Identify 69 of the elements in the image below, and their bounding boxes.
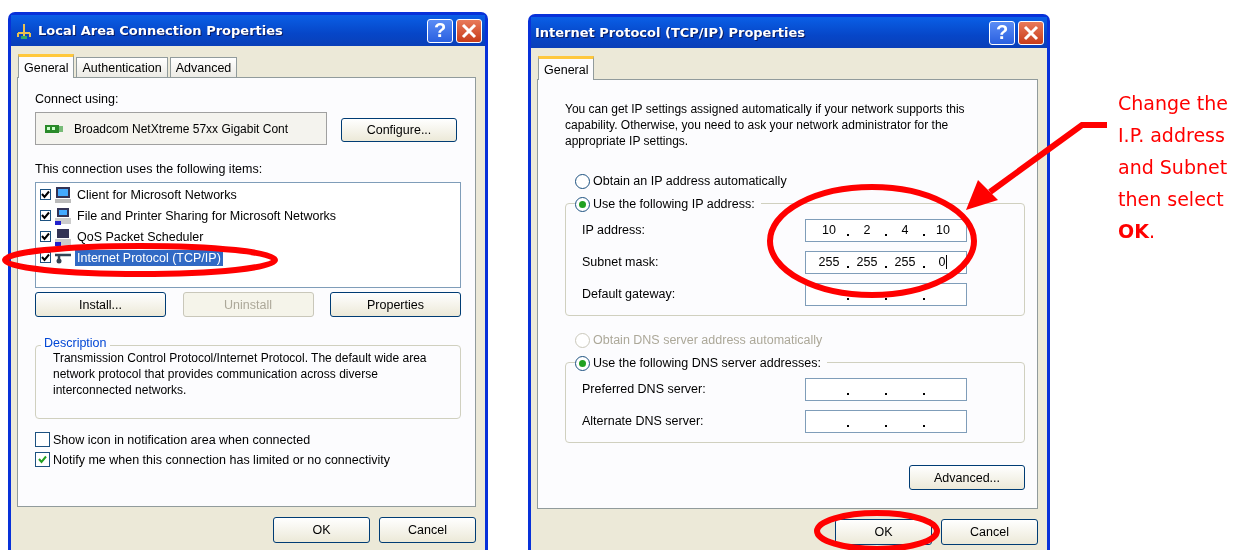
ip-address-field[interactable] <box>805 377 967 401</box>
action-button[interactable]: Install... <box>35 292 166 317</box>
annotation-text: OK. <box>1118 219 1156 244</box>
ip-address-field[interactable]: 255 255 255 0 <box>805 250 967 274</box>
checkbox-label: Show icon in notification area when connected <box>53 432 311 447</box>
field-label: IP address: <box>582 223 645 237</box>
annotation-text: I.P. address <box>1118 123 1226 148</box>
checkbox-label: Notify me when this connection has limited or no connectivity <box>53 452 390 467</box>
field-label: Default gateway: <box>582 287 676 301</box>
list-item[interactable]: Internet Protocol (TCP/IP) <box>75 249 223 266</box>
checkbox[interactable] <box>40 252 51 263</box>
ip-address-field[interactable] <box>805 409 967 433</box>
computer-icon <box>54 227 72 246</box>
field-label: Subnet mask: <box>582 255 659 269</box>
octet-value: 255 <box>818 255 840 269</box>
network-icon <box>15 22 33 39</box>
tab[interactable]: General <box>18 54 75 78</box>
annotation-text: Change the <box>1118 91 1228 116</box>
octet-value: 255 <box>894 255 916 269</box>
section-label: This connection uses the following items: <box>35 162 264 176</box>
configure-button[interactable]: Configure... <box>341 117 457 142</box>
annotation-text: then select <box>1118 187 1225 212</box>
octet-value: 10 <box>822 223 836 237</box>
computer-icon <box>54 185 72 204</box>
group-title: Description <box>41 336 110 350</box>
description-text: Transmission Control Protocol/Internet Protocol. The default wide area network protocol that provides communication across diverse interconnected networks. <box>53 350 428 398</box>
list-item[interactable]: Client for Microsoft Networks <box>75 186 239 203</box>
field-label: Alternate DNS server: <box>582 414 704 428</box>
field-label: Preferred DNS server: <box>582 382 706 396</box>
annotation-text: and Subnet <box>1118 155 1228 180</box>
section-label: Connect using: <box>35 92 120 106</box>
cancel-button[interactable]: Cancel <box>941 519 1038 545</box>
action-button[interactable]: Properties <box>330 292 461 317</box>
checkbox[interactable] <box>40 231 51 242</box>
checkbox[interactable] <box>35 432 50 447</box>
tab[interactable]: General <box>538 56 595 80</box>
cancel-button[interactable]: Cancel <box>379 517 476 543</box>
window-title: Internet Protocol (TCP/IP) Properties <box>535 25 806 40</box>
checkbox[interactable] <box>40 210 51 221</box>
tab[interactable]: Advanced <box>169 57 238 77</box>
octet-value: 4 <box>901 223 909 237</box>
octet-value: 2 <box>863 223 871 237</box>
checkbox[interactable] <box>35 452 50 467</box>
octet-value: 10 <box>936 223 950 237</box>
tab[interactable]: Authentication <box>76 57 168 77</box>
radio-button[interactable] <box>575 173 590 189</box>
radio-button[interactable] <box>575 196 590 212</box>
octet-value: 0 <box>938 255 946 269</box>
radio-label: Use the following IP address: <box>593 197 755 211</box>
radio-label: Obtain an IP address automatically <box>593 174 787 188</box>
octet-value: 255 <box>856 255 878 269</box>
window-title: Local Area Connection Properties <box>38 23 283 38</box>
help-button[interactable]: ? <box>989 20 1015 45</box>
list-item[interactable]: File and Printer Sharing for Microsoft Networks <box>75 207 339 224</box>
ip-address-field[interactable]: 10 2 4 10 <box>805 218 967 242</box>
list-item[interactable]: QoS Packet Scheduler <box>75 228 206 245</box>
radio-label: Use the following DNS server addresses: <box>593 356 821 370</box>
radio-label: Obtain DNS server address automatically <box>593 333 823 347</box>
radio-button[interactable] <box>575 355 590 371</box>
ok-button[interactable]: OK <box>273 517 370 543</box>
close-button[interactable] <box>456 18 482 43</box>
checkbox[interactable] <box>40 189 51 200</box>
close-button[interactable] <box>1018 20 1044 45</box>
computer-icon <box>54 206 72 225</box>
ok-button[interactable]: OK <box>835 519 932 545</box>
advanced-button[interactable]: Advanced... <box>909 465 1025 490</box>
help-button[interactable]: ? <box>427 18 453 43</box>
intro-text: You can get IP settings assigned automatically if your network supports this capability. Otherwise, you need to ask your network administrator for the appropriate IP settings. <box>565 101 966 149</box>
adapter-name: Broadcom NetXtreme 57xx Gigabit Cont <box>74 121 289 136</box>
